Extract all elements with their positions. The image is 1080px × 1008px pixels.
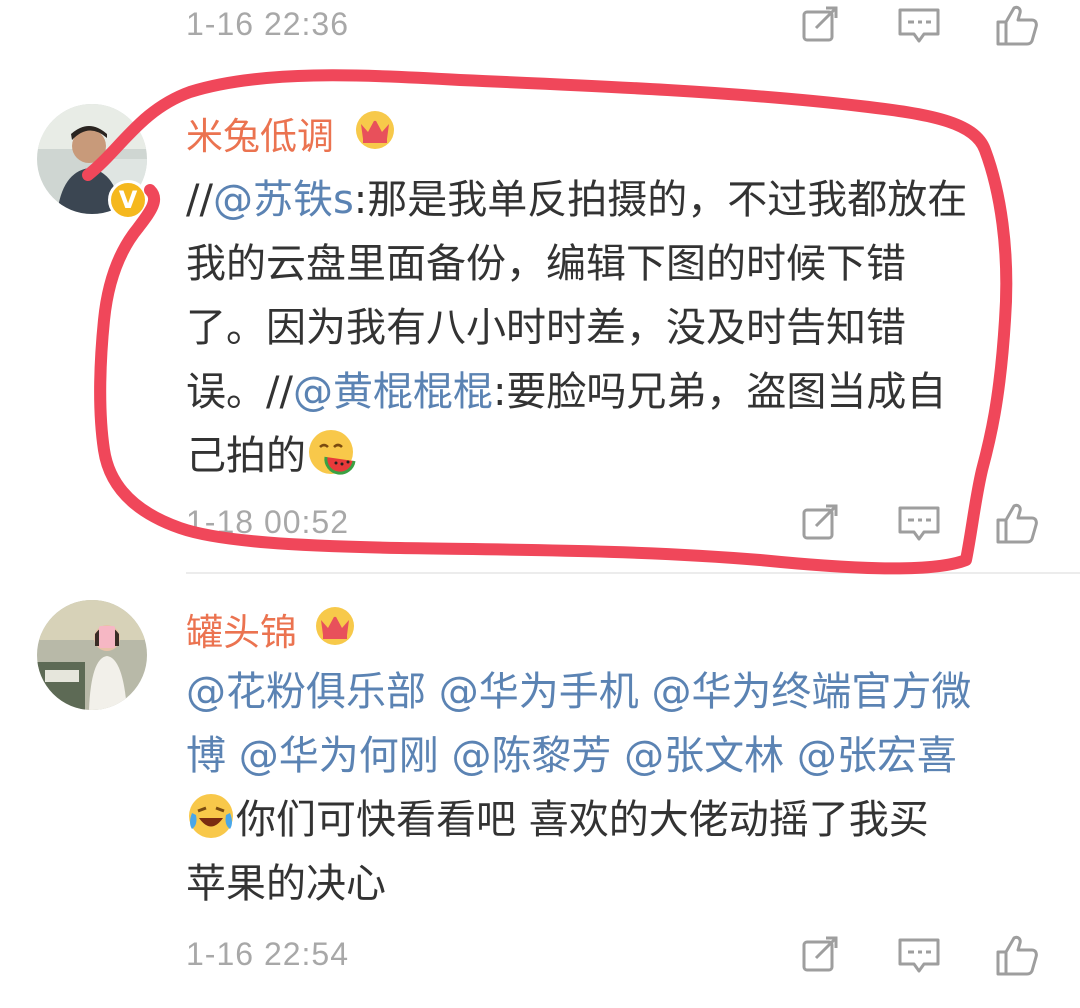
comment-button[interactable] bbox=[894, 930, 944, 980]
comment-line: //@苏铁s:那是我单反拍摄的，不过我都放在 bbox=[186, 168, 1046, 232]
comment-thread: 1-16 22:36 V 米兔低调 //@苏铁s:那是我单反拍摄的，不过我都放在… bbox=[0, 0, 1080, 1008]
like-button[interactable] bbox=[992, 498, 1042, 548]
like-icon bbox=[996, 935, 1038, 976]
divider bbox=[186, 572, 1080, 574]
comment-line: 我的云盘里面备份，编辑下图的时候下错 bbox=[186, 241, 906, 287]
like-button[interactable] bbox=[992, 0, 1042, 50]
like-icon bbox=[996, 503, 1038, 544]
comment-text: @花粉俱乐部 @华为手机 @华为终端官方微 博 @华为何刚 @陈黎芳 @张文林 … bbox=[186, 660, 1046, 916]
text-segment: 误。// bbox=[186, 369, 293, 415]
mention-link[interactable]: @黄棍棍棍 bbox=[293, 369, 493, 415]
comment-line: 了。因为我有八小时时差，没及时告知错 bbox=[186, 305, 906, 351]
like-button[interactable] bbox=[992, 930, 1042, 980]
comment-meta-row: 1-16 22:36 bbox=[186, 0, 1056, 56]
vip-crown-icon bbox=[356, 111, 394, 149]
comment-line: @花粉俱乐部 @华为手机 @华为终端官方微 bbox=[186, 660, 1046, 724]
comment-time: 1-16 22:36 bbox=[186, 6, 350, 42]
comment-time: 1-18 00:52 bbox=[186, 504, 350, 540]
avatar[interactable] bbox=[37, 600, 147, 710]
repost-icon bbox=[802, 504, 838, 540]
mention-link[interactable]: @张文林 bbox=[624, 733, 784, 779]
comment-line: 你们可快看看吧 喜欢的大佬动摇了我买 bbox=[186, 788, 1046, 852]
repost-button[interactable] bbox=[796, 930, 846, 980]
repost-icon bbox=[802, 6, 838, 42]
like-icon bbox=[996, 5, 1038, 46]
username[interactable]: 罐头锦 bbox=[186, 602, 297, 656]
repost-icon bbox=[802, 936, 838, 972]
mention-link[interactable]: @花粉俱乐部 bbox=[186, 669, 426, 715]
comment-line: 苹果的决心 bbox=[186, 861, 386, 907]
vip-crown-icon bbox=[316, 607, 354, 645]
comment-time: 1-16 22:54 bbox=[186, 936, 350, 972]
comment-text: //@苏铁s:那是我单反拍摄的，不过我都放在 我的云盘里面备份，编辑下图的时候下… bbox=[186, 168, 1046, 488]
mention-link[interactable]: @陈黎芳 bbox=[451, 733, 611, 779]
mention-link[interactable]: @华为终端官方微 bbox=[651, 669, 971, 715]
mention-link[interactable]: 博 bbox=[186, 733, 226, 779]
comment-button[interactable] bbox=[894, 0, 944, 50]
comment-icon bbox=[898, 506, 940, 541]
text-segment: :要脸吗兄弟，盗图当成自 bbox=[492, 369, 947, 415]
mention-link[interactable]: @苏铁s bbox=[213, 177, 354, 223]
comment-line: 误。//@黄棍棍棍:要脸吗兄弟，盗图当成自 bbox=[186, 360, 1046, 424]
comment-line: 己拍的 bbox=[186, 424, 1046, 488]
text-segment: :那是我单反拍摄的，不过我都放在 bbox=[353, 177, 968, 223]
text-segment: // bbox=[186, 177, 213, 223]
mention-link[interactable]: @张宏喜 bbox=[797, 733, 957, 779]
verified-badge: V bbox=[108, 180, 148, 220]
laughing-crying-emoji bbox=[189, 794, 233, 838]
watermelon-eating-emoji bbox=[309, 430, 356, 475]
repost-button[interactable] bbox=[796, 0, 846, 50]
text-segment: 你们可快看看吧 喜欢的大佬动摇了我买 bbox=[236, 797, 929, 843]
repost-button[interactable] bbox=[796, 498, 846, 548]
comment-line: 博 @华为何刚 @陈黎芳 @张文林 @张宏喜 bbox=[186, 724, 1046, 788]
username[interactable]: 米兔低调 bbox=[186, 106, 334, 160]
comment-icon bbox=[898, 8, 940, 43]
mention-link[interactable]: @华为何刚 bbox=[239, 733, 439, 779]
comment-meta-row: 1-16 22:54 bbox=[186, 930, 1056, 986]
comment-button[interactable] bbox=[894, 498, 944, 548]
comment-icon bbox=[898, 938, 940, 973]
text-segment: 己拍的 bbox=[186, 433, 306, 479]
mention-link[interactable]: @华为手机 bbox=[439, 669, 639, 715]
comment-meta-row: 1-18 00:52 bbox=[186, 498, 1056, 554]
